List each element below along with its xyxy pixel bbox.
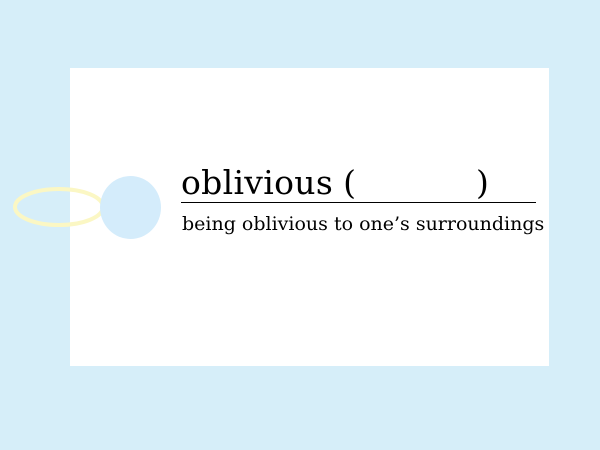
- answer-blank: ( ): [343, 164, 489, 202]
- blank-open-parenthesis: (: [343, 163, 356, 202]
- blank-close-parenthesis: ): [475, 163, 489, 202]
- vocabulary-word: oblivious: [181, 163, 334, 202]
- definition-text: being oblivious to one’s surroundings: [182, 213, 545, 235]
- string-loop-icon: [13, 187, 105, 227]
- vocabulary-word-line: oblivious ( ): [181, 160, 536, 203]
- tag-hole-icon: [100, 176, 161, 239]
